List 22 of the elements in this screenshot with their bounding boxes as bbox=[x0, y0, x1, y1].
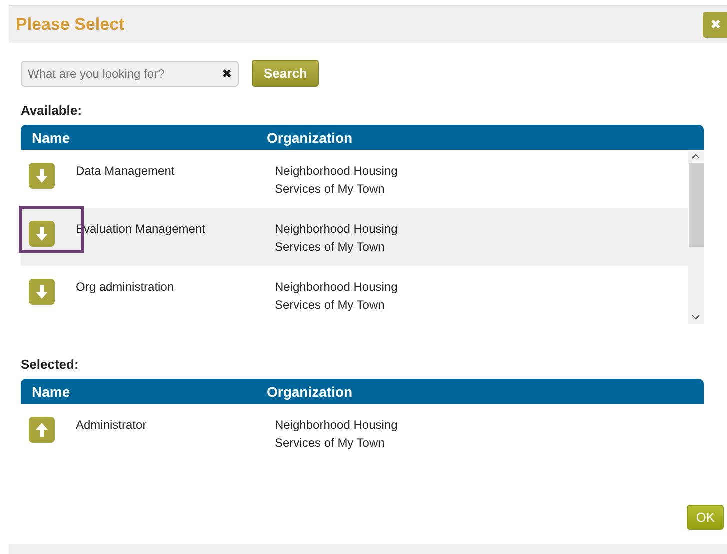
organization-cell-text: Neighborhood Housing Services of My Town bbox=[275, 163, 399, 198]
section-label: Available: bbox=[21, 103, 83, 118]
name-cell-text: Administrator bbox=[76, 417, 148, 434]
column-header: Name bbox=[32, 130, 72, 146]
section-label: Selected: bbox=[21, 357, 80, 372]
name-cell-text: Data Management bbox=[76, 163, 176, 180]
list-row[interactable]: Org administration Neighborhood Housing Services of My Town bbox=[21, 266, 688, 324]
organization-cell-text: Neighborhood Housing Services of My Town bbox=[275, 221, 399, 256]
organization-cell-text: Neighborhood Housing Services of My Town bbox=[275, 279, 399, 314]
scroll-up-icon[interactable] bbox=[692, 154, 700, 159]
clear-button[interactable]: ✖ bbox=[222, 66, 232, 80]
column-header: Name bbox=[32, 384, 72, 400]
organization-cell-text: Neighborhood Housing Services of My Town bbox=[275, 417, 399, 452]
list-row[interactable]: Data Management Neighborhood Housing Services of My Town bbox=[21, 150, 688, 208]
scrollbar[interactable] bbox=[688, 150, 704, 324]
scroll-down-icon[interactable] bbox=[692, 315, 700, 320]
dialog-title: Please Select bbox=[16, 14, 125, 34]
column-header: Organization bbox=[267, 384, 354, 400]
list-row[interactable]: Administrator Neighborhood Housing Services of My Town bbox=[21, 404, 704, 462]
search-field[interactable]: What are you looking for? ✖ bbox=[21, 60, 239, 86]
column-header: Organization bbox=[267, 130, 354, 146]
name-cell-text: Org administration bbox=[76, 279, 176, 296]
